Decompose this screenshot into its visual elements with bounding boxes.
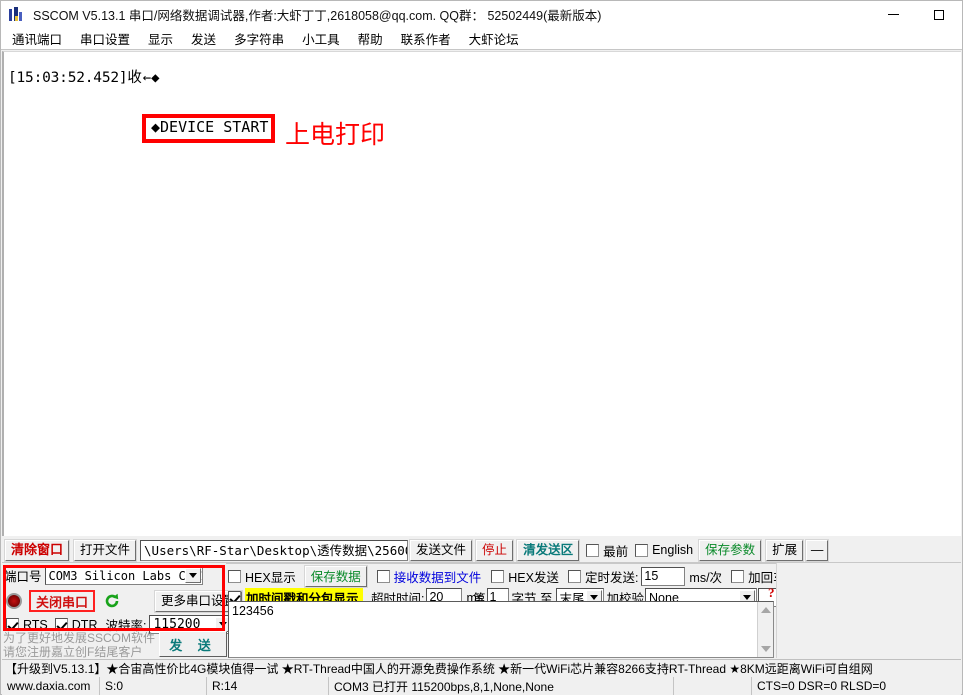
menu-item-tools[interactable]: 小工具 bbox=[293, 28, 349, 49]
maximize-button[interactable] bbox=[916, 1, 962, 28]
window-title: SSCOM V5.13.1 串口/网络数据调试器,作者:大虾丁丁,2618058… bbox=[33, 9, 602, 23]
dtr-label: DTR bbox=[71, 617, 98, 632]
scroll-down-icon[interactable] bbox=[758, 641, 774, 657]
hex-display-label: HEX显示 bbox=[245, 571, 296, 585]
payload-highlight-box bbox=[142, 114, 275, 143]
port-select-combo[interactable]: COM3 Silicon Labs CP210x U: bbox=[44, 566, 203, 585]
right-empty-panel bbox=[776, 563, 961, 658]
receive-direction-arrow: ←◆ bbox=[142, 70, 160, 86]
status-port-info: COM3 已打开 115200bps,8,1,None,None bbox=[329, 677, 674, 695]
receive-timestamp: [15:03:52.452]收 bbox=[8, 70, 142, 86]
clear-window-button[interactable]: 清除窗口 bbox=[3, 538, 71, 562]
receive-display-area[interactable]: [15:03:52.452]收 ←◆ ◆DEVICE START 上电打印 bbox=[2, 51, 961, 536]
status-website[interactable]: www.daxia.com bbox=[2, 677, 100, 695]
baud-rate-value: 115200 bbox=[153, 617, 201, 632]
port-select-value: COM3 Silicon Labs CP210x U: bbox=[48, 568, 202, 583]
ms-per-time-label: ms/次 bbox=[689, 571, 723, 585]
register-notice: 为了更好地发展SSCOM软件 请您注册嘉立创F结尾客户 bbox=[3, 631, 156, 659]
receive-line: [15:03:52.452]收 ←◆ bbox=[8, 66, 160, 87]
close-port-button[interactable]: 关闭串口 bbox=[29, 590, 96, 612]
timed-send-interval-input[interactable]: 15 bbox=[641, 567, 686, 586]
menu-bar: 通讯端口 串口设置 显示 发送 多字符串 小工具 帮助 联系作者 大虾论坛 bbox=[1, 28, 962, 50]
file-path-input[interactable]: \Users\RF-Star\Desktop\透传数据\256000.txt bbox=[140, 539, 409, 561]
status-recv-count: R:14 bbox=[207, 677, 329, 695]
rts-checkbox[interactable] bbox=[6, 618, 19, 631]
menu-item-comm-port[interactable]: 通讯端口 bbox=[3, 28, 71, 49]
title-bar: SSCOM V5.13.1 串口/网络数据调试器,作者:大虾丁丁,2618058… bbox=[1, 1, 962, 28]
recv-to-file-checkbox[interactable] bbox=[376, 570, 390, 583]
chevron-down-icon[interactable] bbox=[184, 568, 201, 583]
send-area-scrollbar[interactable] bbox=[757, 602, 773, 657]
english-checkbox-group[interactable]: English bbox=[635, 543, 693, 557]
port-open-row: 关闭串口 更多串口设置 bbox=[6, 589, 244, 613]
port-number-label: 端口号 bbox=[4, 570, 42, 584]
topmost-label: 最前 bbox=[603, 544, 629, 559]
hex-send-checkbox[interactable] bbox=[491, 570, 505, 583]
sscom-window: SSCOM V5.13.1 串口/网络数据调试器,作者:大虾丁丁,2618058… bbox=[0, 0, 963, 695]
menu-item-display[interactable]: 显示 bbox=[139, 28, 182, 49]
timed-send-checkbox[interactable] bbox=[567, 570, 581, 583]
status-spacer bbox=[674, 677, 751, 695]
annotation-label: 上电打印 bbox=[285, 121, 386, 149]
clear-send-area-button[interactable]: 清发送区 bbox=[516, 538, 581, 562]
rts-label: RTS bbox=[23, 617, 48, 632]
advertisement-bar[interactable]: 【升级到V5.13.1】★合宙高性价比4G模块值得一试 ★RT-Thread中国… bbox=[2, 659, 961, 677]
menu-item-help[interactable]: 帮助 bbox=[349, 28, 392, 49]
advertisement-text: 【升级到V5.13.1】★合宙高性价比4G模块值得一试 ★RT-Thread中国… bbox=[5, 662, 873, 676]
hex-display-checkbox[interactable] bbox=[228, 570, 241, 583]
menu-item-send[interactable]: 发送 bbox=[182, 28, 225, 49]
english-checkbox[interactable] bbox=[635, 543, 649, 557]
add-crlf-checkbox[interactable] bbox=[731, 570, 745, 583]
status-bar: www.daxia.com S:0 R:14 COM3 已打开 115200bp… bbox=[2, 677, 961, 695]
menu-item-forum[interactable]: 大虾论坛 bbox=[460, 28, 528, 49]
expand-button[interactable]: 扩展 bbox=[765, 538, 805, 562]
menu-item-contact[interactable]: 联系作者 bbox=[392, 28, 460, 49]
window-controls bbox=[870, 1, 962, 28]
toolbar-strip: 清除窗口 打开文件 \Users\RF-Star\Desktop\透传数据\25… bbox=[2, 538, 961, 562]
send-text-area[interactable]: 123456 bbox=[228, 601, 774, 658]
dtr-checkbox[interactable] bbox=[54, 618, 68, 631]
options-row-1: HEX显示 保存数据 接收数据到文件 HEX发送 定时发送: 15 ms/次 加… bbox=[228, 565, 811, 588]
stop-button[interactable]: 停止 bbox=[475, 538, 515, 562]
topmost-checkbox[interactable] bbox=[586, 543, 600, 557]
hex-send-label: HEX发送 bbox=[508, 571, 559, 585]
minimize-button[interactable] bbox=[870, 1, 916, 28]
menu-item-port-config[interactable]: 串口设置 bbox=[71, 28, 139, 49]
save-data-button[interactable]: 保存数据 bbox=[303, 565, 368, 588]
app-logo-icon bbox=[9, 6, 25, 23]
save-params-button[interactable]: 保存参数 bbox=[698, 538, 763, 562]
refresh-icon[interactable] bbox=[103, 592, 121, 610]
port-select-row: 端口号 COM3 Silicon Labs CP210x U: bbox=[4, 566, 203, 585]
scroll-up-icon[interactable] bbox=[758, 602, 774, 618]
topmost-checkbox-group[interactable]: 最前 bbox=[586, 541, 628, 560]
help-marker-icon[interactable]: ? bbox=[768, 585, 775, 601]
status-signal-lines: CTS=0 DSR=0 RLSD=0 bbox=[751, 677, 961, 695]
status-sent-count: S:0 bbox=[100, 677, 207, 695]
open-file-button[interactable]: 打开文件 bbox=[73, 538, 138, 562]
send-text-value: 123456 bbox=[232, 604, 274, 618]
minimize-icon bbox=[887, 14, 899, 15]
timed-send-label: 定时发送: bbox=[584, 571, 639, 585]
port-status-led-icon bbox=[6, 593, 22, 609]
send-file-button[interactable]: 发送文件 bbox=[409, 538, 474, 562]
english-label: English bbox=[652, 543, 694, 557]
send-button[interactable]: 发 送 bbox=[159, 631, 227, 657]
menu-item-multistring[interactable]: 多字符串 bbox=[225, 28, 293, 49]
recv-to-file-label: 接收数据到文件 bbox=[393, 571, 482, 585]
maximize-icon bbox=[934, 9, 944, 20]
collapse-button[interactable]: — bbox=[805, 538, 830, 562]
